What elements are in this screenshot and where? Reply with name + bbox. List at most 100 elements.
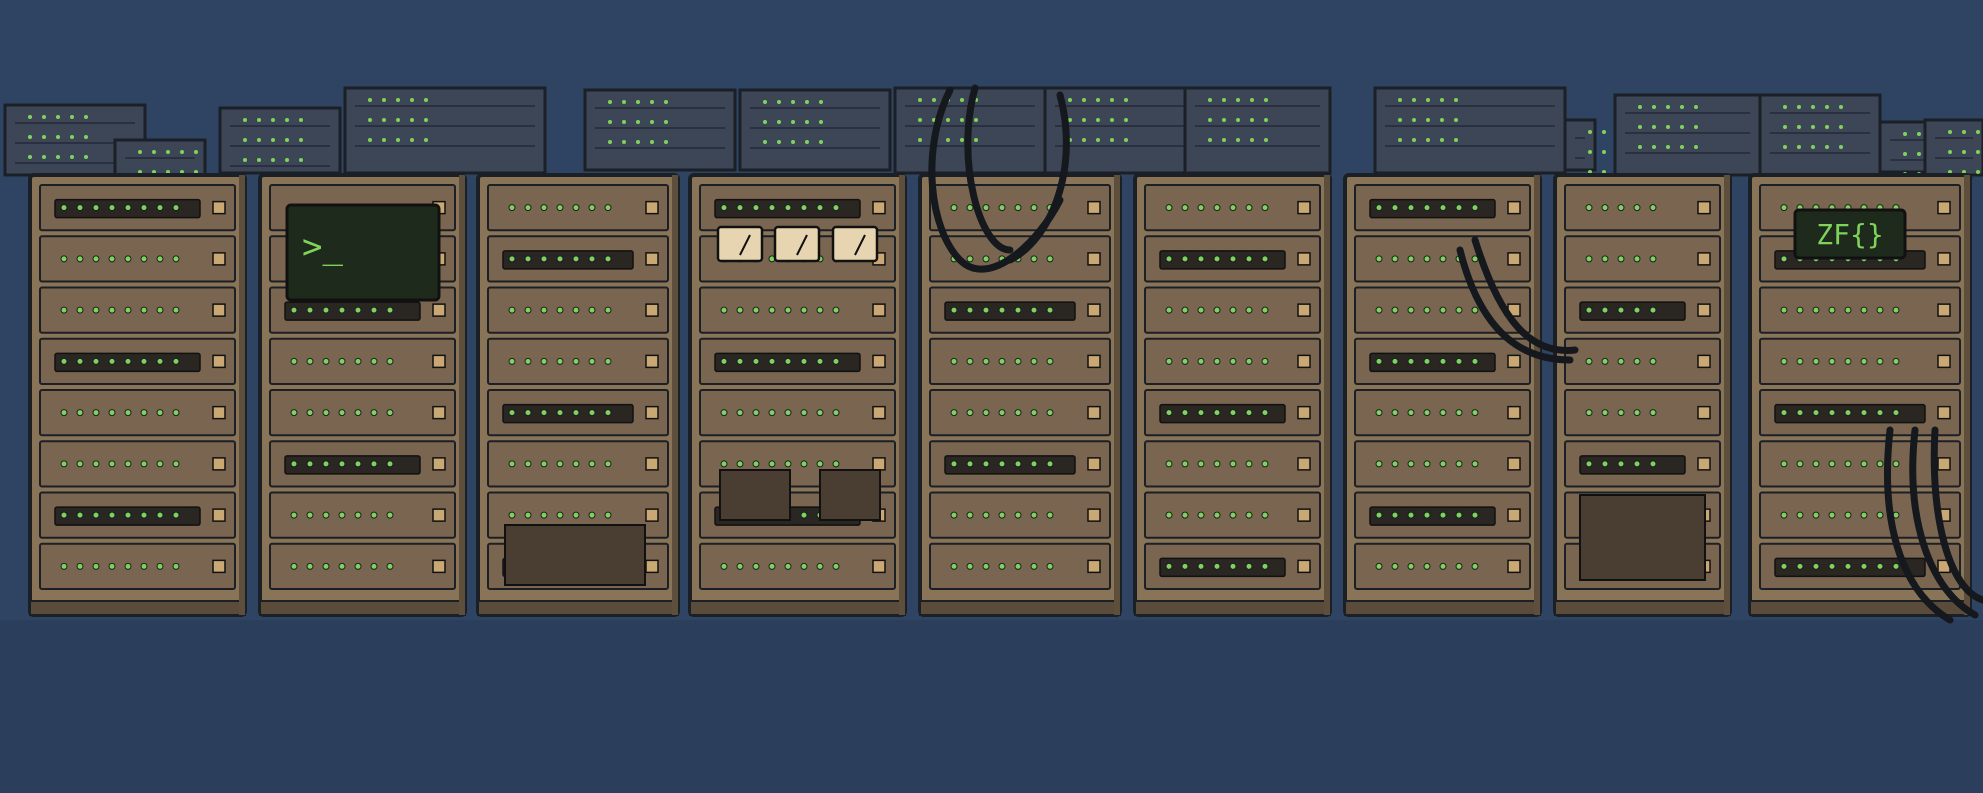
unit-switch [645, 457, 659, 471]
indicator-light [664, 140, 668, 144]
indicator-light [1454, 98, 1458, 102]
rack-unit [269, 542, 456, 590]
indicator-light [28, 115, 32, 119]
indicator-light [92, 255, 100, 263]
indicator-light [1082, 138, 1086, 142]
indicator-light [1617, 255, 1625, 263]
indicator-light [588, 255, 596, 263]
indicator-light [322, 357, 330, 365]
indicator-light [76, 562, 84, 570]
indicator-light [1454, 118, 1458, 122]
indicator-light [156, 409, 164, 417]
indicator-light [322, 460, 330, 468]
indicator-light [1602, 130, 1606, 134]
indicator-light [1264, 118, 1268, 122]
indicator-light [172, 255, 180, 263]
indicator-light [124, 460, 132, 468]
indicator-light [1014, 511, 1022, 519]
indicator-light [1633, 460, 1641, 468]
indicator-light [243, 158, 247, 162]
indicator-light [172, 357, 180, 365]
indicator-light [1780, 357, 1788, 365]
indicator-light [650, 100, 654, 104]
unit-switch [872, 559, 886, 574]
indicator-light [784, 460, 792, 468]
indicator-light [1455, 204, 1463, 212]
indicator-light [556, 357, 564, 365]
indicator-light [1197, 562, 1205, 570]
unit-switch [1297, 405, 1311, 420]
indicator-light [966, 204, 974, 212]
indicator-light [1780, 460, 1788, 468]
indicator-light [1649, 306, 1657, 314]
indicator-light [832, 204, 840, 212]
indicator-light [306, 357, 314, 365]
unit-switch [1087, 252, 1101, 266]
indicator-light [1796, 460, 1804, 468]
indicator-light [76, 409, 84, 417]
indicator-light [1780, 562, 1788, 570]
indicator-light [92, 409, 100, 417]
indicator-light [1471, 357, 1479, 365]
indicator-light [156, 204, 164, 212]
indicator-light [1948, 150, 1952, 154]
indicator-light [1407, 255, 1415, 263]
indicator-light [1391, 511, 1399, 519]
indicator-light [1124, 118, 1128, 122]
gauge-face [773, 225, 821, 263]
indicator-light [768, 460, 776, 468]
indicator-light [243, 118, 247, 122]
indicator-light [556, 255, 564, 263]
indicator-light [354, 409, 362, 417]
indicator-light [1796, 306, 1804, 314]
server-rack-row: >_ ZF{} [0, 84, 1983, 793]
indicator-light [1124, 98, 1128, 102]
indicator-light [172, 511, 180, 519]
indicator-light [777, 100, 781, 104]
unit-switch [1087, 354, 1101, 369]
indicator-light [1601, 357, 1609, 365]
indicator-light [800, 409, 808, 417]
indicator-light [636, 140, 640, 144]
unit-switch [1297, 303, 1311, 317]
indicator-light [368, 98, 372, 102]
indicator-light [1229, 204, 1237, 212]
indicator-light [1797, 105, 1801, 109]
unit-switch [212, 559, 226, 574]
indicator-light [1471, 409, 1479, 417]
indicator-light [1844, 357, 1852, 365]
unit-switch [1087, 559, 1101, 574]
indicator-light [1068, 98, 1072, 102]
unit-switch [1297, 559, 1311, 574]
indicator-light [982, 255, 990, 263]
rack-unit [39, 235, 236, 283]
indicator-light [1082, 98, 1086, 102]
indicator-light [285, 158, 289, 162]
indicator-light [1014, 357, 1022, 365]
unit-switch [212, 354, 226, 369]
indicator-light [540, 460, 548, 468]
indicator-light [524, 511, 532, 519]
indicator-light [524, 306, 532, 314]
unit-switch [872, 200, 886, 215]
led-display: ZF{} [1793, 208, 1907, 260]
indicator-light [966, 306, 974, 314]
analog-gauges [716, 225, 879, 263]
indicator-light [138, 150, 142, 154]
unit-switch [645, 508, 659, 522]
indicator-light [524, 409, 532, 417]
indicator-light [588, 511, 596, 519]
indicator-light [777, 120, 781, 124]
indicator-light [752, 409, 760, 417]
rack-unit-inset [502, 250, 634, 270]
indicator-light [1245, 409, 1253, 417]
indicator-light [736, 204, 744, 212]
indicator-light [1780, 204, 1788, 212]
indicator-light [1096, 118, 1100, 122]
indicator-light [290, 357, 298, 365]
indicator-light [299, 138, 303, 142]
indicator-light [1783, 145, 1787, 149]
indicator-light [932, 98, 936, 102]
indicator-light [1892, 460, 1900, 468]
indicator-light [370, 409, 378, 417]
